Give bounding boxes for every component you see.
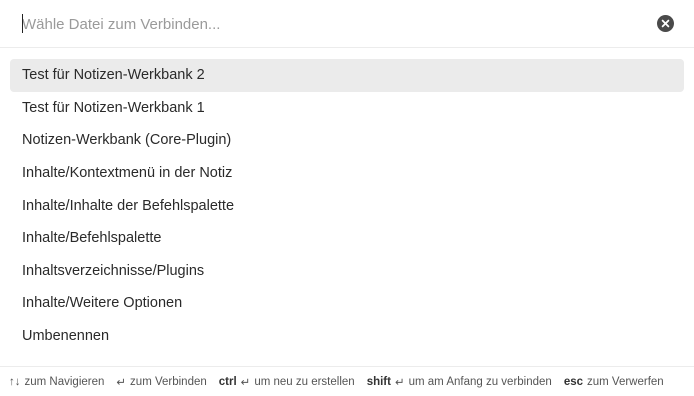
suggestion-item[interactable]: Notizen-Werkbank (Core-Plugin) bbox=[10, 124, 684, 157]
suggestion-label: Test für Notizen-Werkbank 2 bbox=[22, 67, 205, 84]
suggestion-item[interactable]: Inhalte/Inhalte der Befehlspalette bbox=[10, 189, 684, 222]
suggestion-item[interactable]: Inhaltsverzeichnisse/Plugins bbox=[10, 255, 684, 288]
file-link-modal: Test für Notizen-Werkbank 2 Test für Noti… bbox=[0, 0, 694, 396]
arrow-up-down-icon: ↑↓ bbox=[9, 375, 21, 388]
text-caret bbox=[22, 14, 23, 33]
instructions-footer: ↑↓ zum Navigieren ↵ zum Verbinden ctrl ↵… bbox=[0, 366, 694, 396]
hint-prepend-key: shift bbox=[366, 375, 391, 388]
suggestion-list: Test für Notizen-Werkbank 2 Test für Noti… bbox=[10, 59, 684, 352]
hint-prepend-text: um am Anfang zu verbinden bbox=[408, 375, 552, 388]
hint-prepend: shift ↵ um am Anfang zu verbinden bbox=[367, 375, 552, 389]
suggestion-item[interactable]: Test für Notizen-Werkbank 2 bbox=[10, 59, 684, 92]
suggestion-item[interactable]: Inhalte/Weitere Optionen bbox=[10, 287, 684, 320]
suggestion-item[interactable]: Inhalte/Befehlspalette bbox=[10, 222, 684, 255]
hint-create-key: ctrl bbox=[218, 375, 237, 388]
hint-navigate-text: zum Navigieren bbox=[24, 375, 105, 388]
suggestion-label: Test für Notizen-Werkbank 1 bbox=[22, 99, 205, 116]
hint-navigate: ↑↓ zum Navigieren bbox=[9, 376, 104, 388]
hint-connect-text: zum Verbinden bbox=[130, 375, 207, 388]
hint-connect: ↵ zum Verbinden bbox=[116, 375, 206, 389]
search-input[interactable] bbox=[22, 12, 642, 36]
suggestion-label: Inhalte/Kontextmenü in der Notiz bbox=[22, 165, 233, 182]
hint-dismiss-key: esc bbox=[563, 375, 583, 388]
suggestion-label: Inhalte/Inhalte der Befehlspalette bbox=[22, 197, 235, 214]
hint-dismiss: esc zum Verwerfen bbox=[564, 376, 664, 388]
close-icon bbox=[661, 19, 670, 28]
suggestion-label: Inhalte/Weitere Optionen bbox=[22, 295, 183, 312]
hint-create: ctrl ↵ um neu zu erstellen bbox=[219, 375, 355, 389]
suggestion-label: Notizen-Werkbank (Core-Plugin) bbox=[22, 132, 232, 149]
clear-search-button[interactable] bbox=[657, 15, 674, 32]
suggestion-item[interactable]: Inhalte/Kontextmenü in der Notiz bbox=[10, 157, 684, 190]
enter-icon: ↵ bbox=[116, 376, 127, 389]
suggestion-item[interactable]: Umbenennen bbox=[10, 320, 684, 353]
enter-icon: ↵ bbox=[394, 376, 405, 389]
enter-icon: ↵ bbox=[240, 376, 251, 389]
suggestion-label: Inhalte/Befehlspalette bbox=[22, 230, 162, 247]
hint-dismiss-text: zum Verwerfen bbox=[587, 375, 664, 388]
search-bar bbox=[0, 0, 694, 48]
hint-create-text: um neu zu erstellen bbox=[254, 375, 355, 388]
suggestion-label: Inhaltsverzeichnisse/Plugins bbox=[22, 262, 205, 279]
suggestion-item[interactable]: Test für Notizen-Werkbank 1 bbox=[10, 92, 684, 125]
suggestion-label: Umbenennen bbox=[22, 328, 110, 345]
